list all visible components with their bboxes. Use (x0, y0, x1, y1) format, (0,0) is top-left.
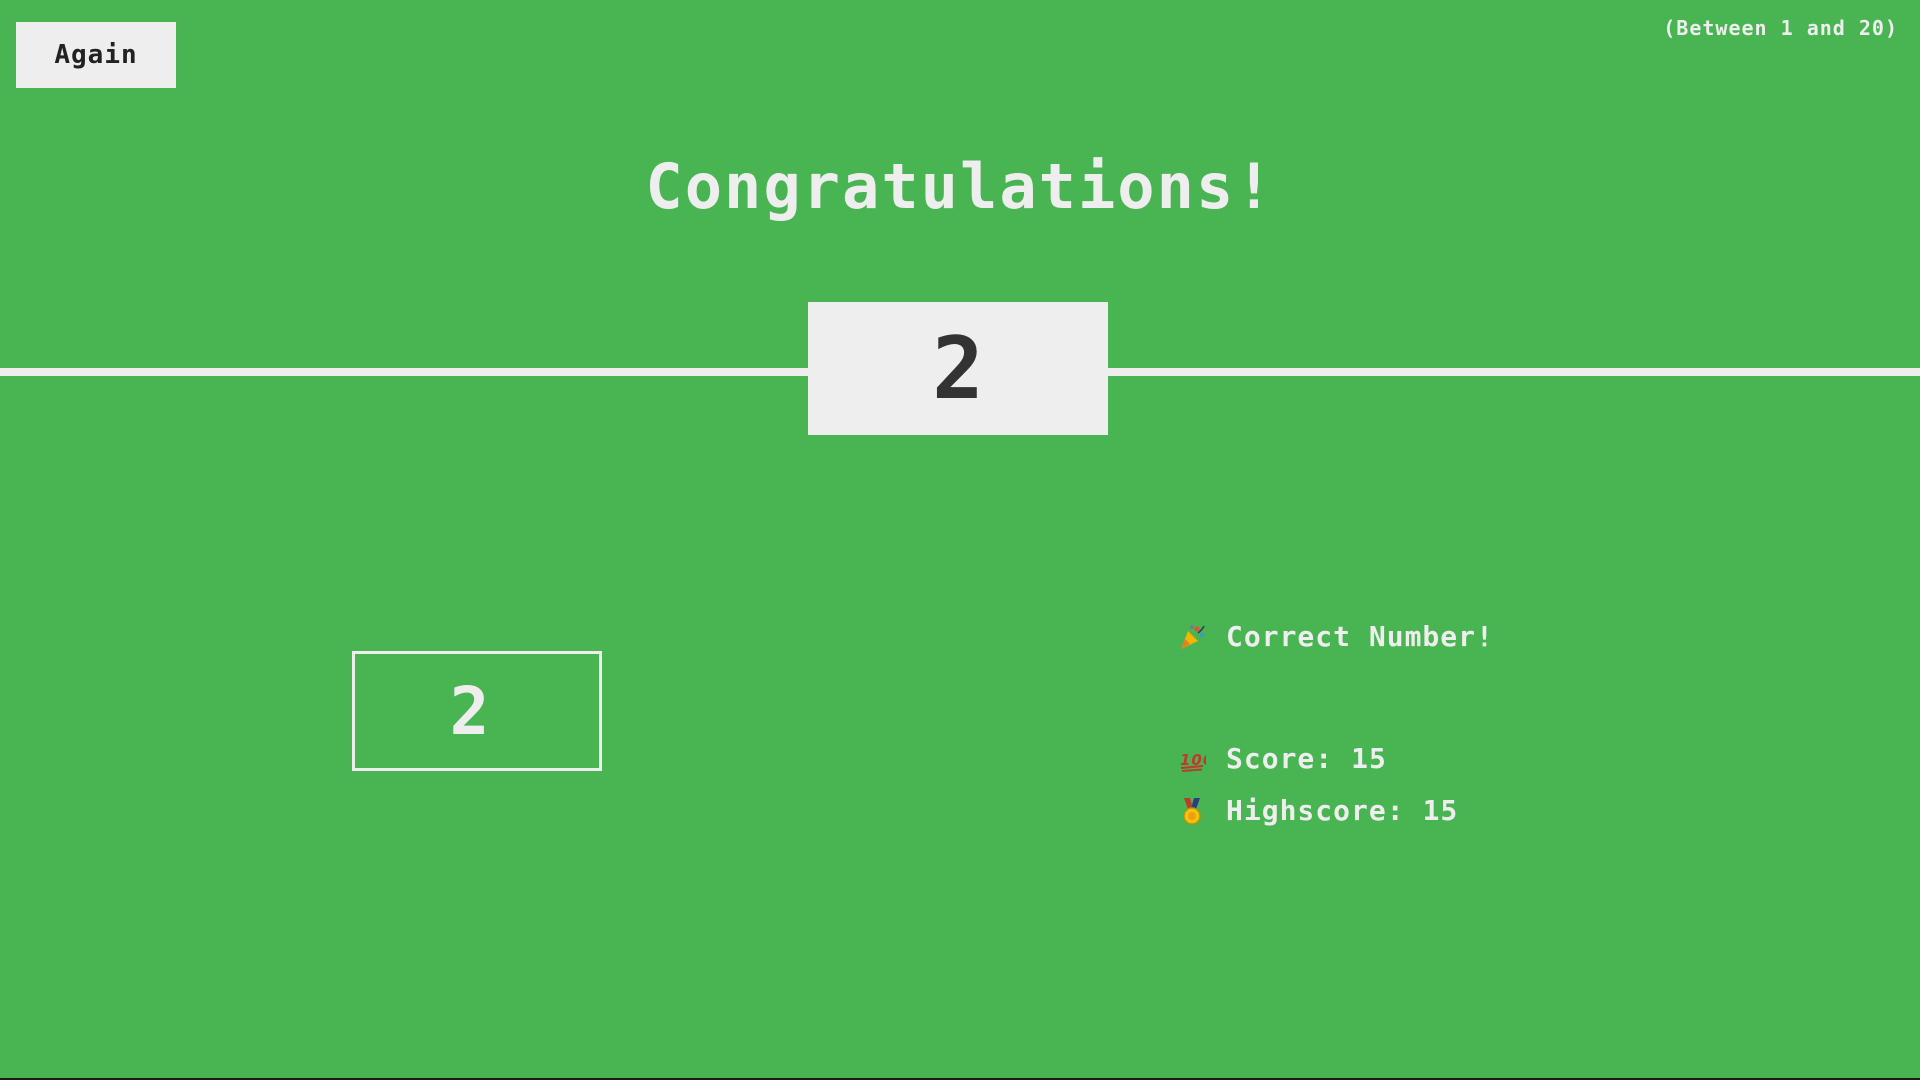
range-hint: (Between 1 and 20) (1663, 16, 1898, 40)
guess-input[interactable] (352, 651, 602, 771)
medal-icon (1178, 797, 1206, 825)
secret-number-box: 2 (808, 302, 1108, 435)
highscore-line: Highscore: 15 (1178, 794, 1458, 827)
highscore-label: Highscore: (1226, 794, 1405, 827)
secret-number: 2 (932, 318, 984, 419)
again-button[interactable]: Again (16, 22, 176, 88)
hundred-points-icon: 100 (1178, 745, 1213, 773)
score-label: Score: (1226, 742, 1334, 775)
score-line: 100 Score: 15 (1178, 742, 1387, 775)
party-popper-icon (1178, 623, 1206, 651)
score-value: 15 (1351, 742, 1387, 775)
message-line: Correct Number! (1178, 620, 1494, 653)
page-title: Congratulations! (645, 150, 1275, 223)
highscore-value: 15 (1422, 794, 1459, 827)
status-message: Correct Number! (1226, 620, 1494, 653)
